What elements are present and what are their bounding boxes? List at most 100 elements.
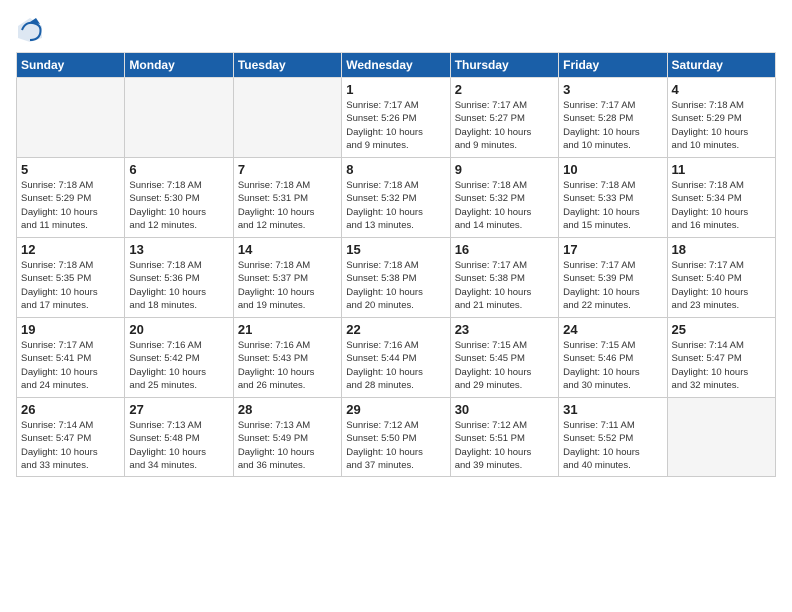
table-row: 18 Sunrise: 7:17 AM Sunset: 5:40 PM Dayli… xyxy=(667,238,775,318)
day-info: Sunrise: 7:15 AM Sunset: 5:46 PM Dayligh… xyxy=(563,339,662,392)
table-row xyxy=(233,78,341,158)
day-number: 10 xyxy=(563,162,662,177)
day-number: 4 xyxy=(672,82,771,97)
day-info: Sunrise: 7:18 AM Sunset: 5:32 PM Dayligh… xyxy=(346,179,445,232)
day-info: Sunrise: 7:18 AM Sunset: 5:29 PM Dayligh… xyxy=(672,99,771,152)
table-row: 8 Sunrise: 7:18 AM Sunset: 5:32 PM Daylig… xyxy=(342,158,450,238)
table-row: 30 Sunrise: 7:12 AM Sunset: 5:51 PM Dayli… xyxy=(450,398,558,477)
day-number: 18 xyxy=(672,242,771,257)
day-number: 31 xyxy=(563,402,662,417)
day-info: Sunrise: 7:17 AM Sunset: 5:26 PM Dayligh… xyxy=(346,99,445,152)
day-info: Sunrise: 7:18 AM Sunset: 5:35 PM Dayligh… xyxy=(21,259,120,312)
day-number: 2 xyxy=(455,82,554,97)
table-row: 22 Sunrise: 7:16 AM Sunset: 5:44 PM Dayli… xyxy=(342,318,450,398)
weekday-wednesday: Wednesday xyxy=(342,53,450,78)
day-info: Sunrise: 7:17 AM Sunset: 5:28 PM Dayligh… xyxy=(563,99,662,152)
day-info: Sunrise: 7:18 AM Sunset: 5:38 PM Dayligh… xyxy=(346,259,445,312)
table-row: 20 Sunrise: 7:16 AM Sunset: 5:42 PM Dayli… xyxy=(125,318,233,398)
day-info: Sunrise: 7:17 AM Sunset: 5:38 PM Dayligh… xyxy=(455,259,554,312)
day-number: 16 xyxy=(455,242,554,257)
day-info: Sunrise: 7:16 AM Sunset: 5:42 PM Dayligh… xyxy=(129,339,228,392)
day-info: Sunrise: 7:18 AM Sunset: 5:33 PM Dayligh… xyxy=(563,179,662,232)
day-info: Sunrise: 7:16 AM Sunset: 5:44 PM Dayligh… xyxy=(346,339,445,392)
day-number: 8 xyxy=(346,162,445,177)
table-row: 15 Sunrise: 7:18 AM Sunset: 5:38 PM Dayli… xyxy=(342,238,450,318)
day-number: 17 xyxy=(563,242,662,257)
table-row: 14 Sunrise: 7:18 AM Sunset: 5:37 PM Dayli… xyxy=(233,238,341,318)
table-row xyxy=(17,78,125,158)
logo-icon xyxy=(16,16,44,44)
day-number: 27 xyxy=(129,402,228,417)
table-row: 28Sunrise: 7:13 AM Sunset: 5:49 PM Dayli… xyxy=(233,398,341,477)
day-info: Sunrise: 7:18 AM Sunset: 5:34 PM Dayligh… xyxy=(672,179,771,232)
table-row: 10 Sunrise: 7:18 AM Sunset: 5:33 PM Dayli… xyxy=(559,158,667,238)
day-number: 1 xyxy=(346,82,445,97)
day-number: 19 xyxy=(21,322,120,337)
day-number: 20 xyxy=(129,322,228,337)
day-info: Sunrise: 7:18 AM Sunset: 5:37 PM Dayligh… xyxy=(238,259,337,312)
weekday-monday: Monday xyxy=(125,53,233,78)
table-row: 13 Sunrise: 7:18 AM Sunset: 5:36 PM Dayli… xyxy=(125,238,233,318)
day-info: Sunrise: 7:18 AM Sunset: 5:32 PM Dayligh… xyxy=(455,179,554,232)
table-row: 4 Sunrise: 7:18 AM Sunset: 5:29 PM Daylig… xyxy=(667,78,775,158)
day-number: 15 xyxy=(346,242,445,257)
page-header xyxy=(16,16,776,44)
day-info: Sunrise: 7:13 AM Sunset: 5:49 PM Dayligh… xyxy=(238,419,337,472)
day-number: 9 xyxy=(455,162,554,177)
table-row: 1 Sunrise: 7:17 AM Sunset: 5:26 PM Daylig… xyxy=(342,78,450,158)
day-info: Sunrise: 7:12 AM Sunset: 5:51 PM Dayligh… xyxy=(455,419,554,472)
table-row: 21Sunrise: 7:16 AM Sunset: 5:43 PM Dayli… xyxy=(233,318,341,398)
day-number: 22 xyxy=(346,322,445,337)
table-row: 5 Sunrise: 7:18 AM Sunset: 5:29 PM Daylig… xyxy=(17,158,125,238)
day-number: 7 xyxy=(238,162,337,177)
day-number: 23 xyxy=(455,322,554,337)
logo xyxy=(16,16,48,44)
day-info: Sunrise: 7:12 AM Sunset: 5:50 PM Dayligh… xyxy=(346,419,445,472)
day-info: Sunrise: 7:13 AM Sunset: 5:48 PM Dayligh… xyxy=(129,419,228,472)
day-number: 24 xyxy=(563,322,662,337)
table-row xyxy=(667,398,775,477)
table-row: 2Sunrise: 7:17 AM Sunset: 5:27 PM Daylig… xyxy=(450,78,558,158)
day-number: 11 xyxy=(672,162,771,177)
day-number: 30 xyxy=(455,402,554,417)
day-info: Sunrise: 7:18 AM Sunset: 5:29 PM Dayligh… xyxy=(21,179,120,232)
day-number: 29 xyxy=(346,402,445,417)
table-row: 6Sunrise: 7:18 AM Sunset: 5:30 PM Daylig… xyxy=(125,158,233,238)
table-row: 7 Sunrise: 7:18 AM Sunset: 5:31 PM Daylig… xyxy=(233,158,341,238)
day-number: 5 xyxy=(21,162,120,177)
weekday-friday: Friday xyxy=(559,53,667,78)
day-info: Sunrise: 7:16 AM Sunset: 5:43 PM Dayligh… xyxy=(238,339,337,392)
day-info: Sunrise: 7:18 AM Sunset: 5:36 PM Dayligh… xyxy=(129,259,228,312)
day-info: Sunrise: 7:11 AM Sunset: 5:52 PM Dayligh… xyxy=(563,419,662,472)
table-row: 25 Sunrise: 7:14 AM Sunset: 5:47 PM Dayli… xyxy=(667,318,775,398)
day-info: Sunrise: 7:18 AM Sunset: 5:30 PM Dayligh… xyxy=(129,179,228,232)
table-row: 17 Sunrise: 7:17 AM Sunset: 5:39 PM Dayli… xyxy=(559,238,667,318)
table-row: 3 Sunrise: 7:17 AM Sunset: 5:28 PM Daylig… xyxy=(559,78,667,158)
day-number: 13 xyxy=(129,242,228,257)
day-number: 25 xyxy=(672,322,771,337)
calendar-table: Sunday Monday Tuesday Wednesday Thursday… xyxy=(16,52,776,477)
table-row: 24 Sunrise: 7:15 AM Sunset: 5:46 PM Dayli… xyxy=(559,318,667,398)
day-number: 3 xyxy=(563,82,662,97)
calendar-body: 1 Sunrise: 7:17 AM Sunset: 5:26 PM Daylig… xyxy=(17,78,776,477)
day-info: Sunrise: 7:17 AM Sunset: 5:40 PM Dayligh… xyxy=(672,259,771,312)
weekday-saturday: Saturday xyxy=(667,53,775,78)
day-info: Sunrise: 7:14 AM Sunset: 5:47 PM Dayligh… xyxy=(672,339,771,392)
day-info: Sunrise: 7:17 AM Sunset: 5:39 PM Dayligh… xyxy=(563,259,662,312)
calendar-header: Sunday Monday Tuesday Wednesday Thursday… xyxy=(17,53,776,78)
table-row: 11 Sunrise: 7:18 AM Sunset: 5:34 PM Dayli… xyxy=(667,158,775,238)
table-row: 29 Sunrise: 7:12 AM Sunset: 5:50 PM Dayli… xyxy=(342,398,450,477)
day-number: 26 xyxy=(21,402,120,417)
table-row xyxy=(125,78,233,158)
table-row: 26 Sunrise: 7:14 AM Sunset: 5:47 PM Dayli… xyxy=(17,398,125,477)
day-info: Sunrise: 7:15 AM Sunset: 5:45 PM Dayligh… xyxy=(455,339,554,392)
weekday-tuesday: Tuesday xyxy=(233,53,341,78)
table-row: 23 Sunrise: 7:15 AM Sunset: 5:45 PM Dayli… xyxy=(450,318,558,398)
table-row: 19Sunrise: 7:17 AM Sunset: 5:41 PM Dayli… xyxy=(17,318,125,398)
day-info: Sunrise: 7:14 AM Sunset: 5:47 PM Dayligh… xyxy=(21,419,120,472)
day-info: Sunrise: 7:18 AM Sunset: 5:31 PM Dayligh… xyxy=(238,179,337,232)
day-number: 14 xyxy=(238,242,337,257)
table-row: 27 Sunrise: 7:13 AM Sunset: 5:48 PM Dayli… xyxy=(125,398,233,477)
day-number: 12 xyxy=(21,242,120,257)
table-row: 12 Sunrise: 7:18 AM Sunset: 5:35 PM Dayli… xyxy=(17,238,125,318)
